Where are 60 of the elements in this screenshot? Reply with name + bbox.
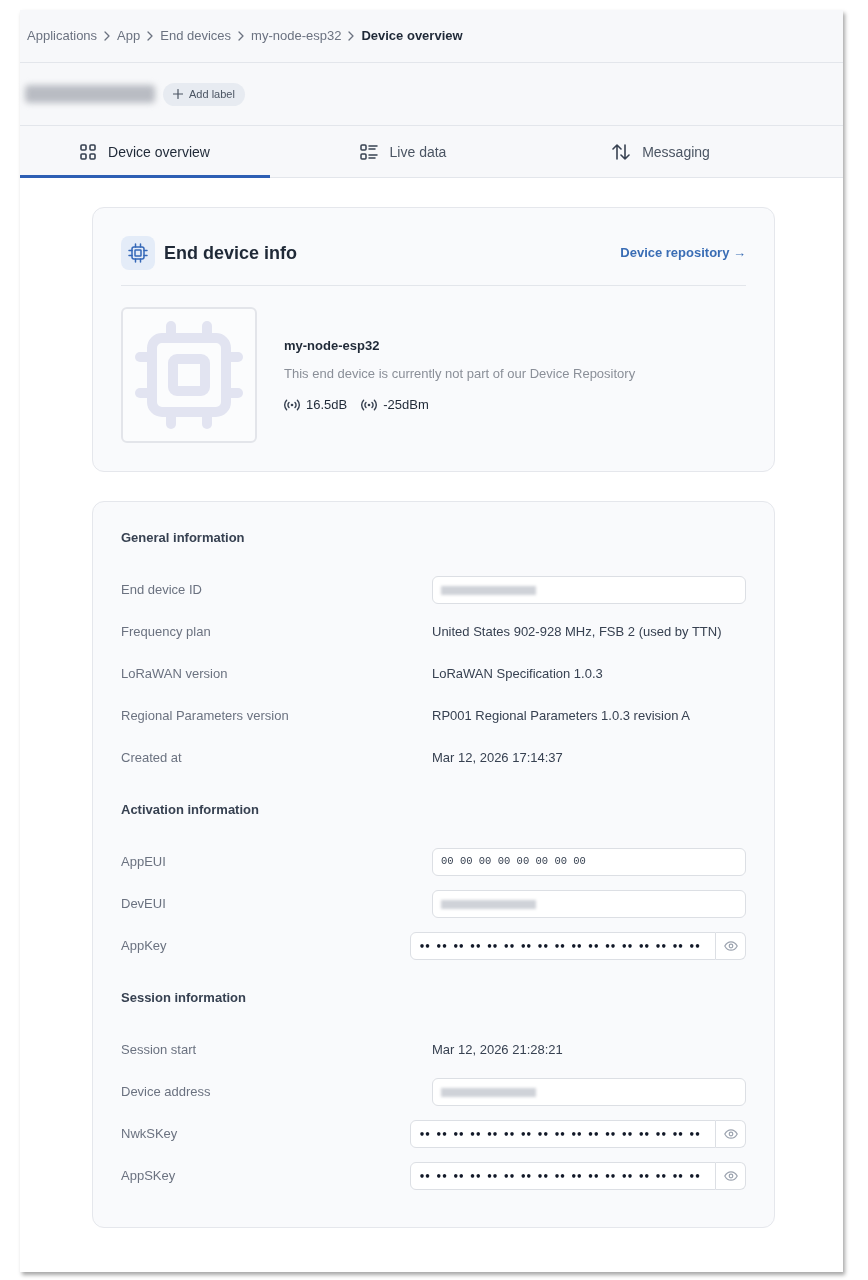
breadcrumb-link[interactable]: Device overview <box>361 26 463 46</box>
section-heading: General information <box>121 529 246 547</box>
field-label: NwkSKey <box>121 1125 178 1144</box>
field-label: Session start <box>121 1041 197 1060</box>
show-key-button[interactable] <box>716 932 746 960</box>
input-field[interactable] <box>432 890 746 918</box>
chevron-right-icon <box>147 31 154 41</box>
chevron-right-icon <box>104 31 111 41</box>
field-label: Created at <box>121 749 182 768</box>
add-label-button[interactable]: Add label <box>163 82 245 106</box>
field-label: AppEUI <box>121 853 166 872</box>
field-value: Mar 12, 2026 17:14:37 <box>432 749 564 768</box>
masked-key-field[interactable]: •• •• •• •• •• •• •• •• •• •• •• •• •• •• •• •• •• <box>410 1162 716 1190</box>
field-value: United States 902-928 MHz, FSB 2 (used by TTN) <box>432 623 723 642</box>
breadcrumb-link[interactable]: End devices <box>160 26 232 46</box>
tab[interactable]: Messaging <box>536 126 786 178</box>
field-value: RP001 Regional Parameters 1.0.3 revision A <box>432 707 691 726</box>
masked-key-field[interactable]: •• •• •• •• •• •• •• •• •• •• •• •• •• •• •• •• •• <box>410 932 716 960</box>
signal-reading: 16.5dB <box>306 395 348 414</box>
chip-icon <box>121 236 155 270</box>
device-description: This end device is currently not part of our Device Repository <box>284 364 636 383</box>
field-label: Device address <box>121 1083 211 1102</box>
device-repository-link[interactable]: Device repository → <box>620 243 746 263</box>
tab[interactable]: Device overview <box>20 126 270 178</box>
field-label: Frequency plan <box>121 623 211 642</box>
input-field[interactable] <box>432 1078 746 1106</box>
breadcrumb-link[interactable]: App <box>117 26 141 46</box>
masked-key-field[interactable]: •• •• •• •• •• •• •• •• •• •• •• •• •• •• •• •• •• <box>410 1120 716 1148</box>
list-icon <box>359 144 378 160</box>
sort-arrows-icon <box>612 144 631 160</box>
field-label: AppSKey <box>121 1167 176 1186</box>
field-value: Mar 12, 2026 21:28:21 <box>432 1041 564 1060</box>
show-key-button[interactable] <box>716 1120 746 1148</box>
section-heading: Activation information <box>121 801 260 819</box>
eye-icon <box>723 1171 738 1181</box>
radio-waves-icon <box>284 398 300 411</box>
field-value: LoRaWAN Specification 1.0.3 <box>432 665 604 684</box>
show-key-button[interactable] <box>716 1162 746 1190</box>
plus-icon <box>173 89 183 99</box>
section-heading: Session information <box>121 989 247 1007</box>
breadcrumb-link[interactable]: Applications <box>27 26 98 46</box>
signal-reading: -25dBm <box>383 395 429 414</box>
input-field[interactable] <box>432 576 746 604</box>
grid-icon <box>80 144 97 160</box>
chevron-right-icon <box>238 31 245 41</box>
field-label: DevEUI <box>121 895 166 914</box>
eye-icon <box>723 1129 738 1139</box>
field-label: AppKey <box>121 937 167 956</box>
tab[interactable]: Live data <box>278 126 528 178</box>
card-title: End device info <box>164 241 298 265</box>
field-label: LoRaWAN version <box>121 665 228 684</box>
field-label: Regional Parameters version <box>121 707 289 726</box>
radio-waves-icon <box>361 398 378 411</box>
breadcrumb-link[interactable]: my-node-esp32 <box>251 26 342 46</box>
device-name: my-node-esp32 <box>284 336 381 355</box>
eye-icon <box>723 941 738 951</box>
input-field[interactable]: 00 00 00 00 00 00 00 00 <box>432 848 746 876</box>
chevron-right-icon <box>348 31 355 41</box>
field-label: End device ID <box>121 581 202 600</box>
chip-placeholder-icon <box>133 319 245 431</box>
